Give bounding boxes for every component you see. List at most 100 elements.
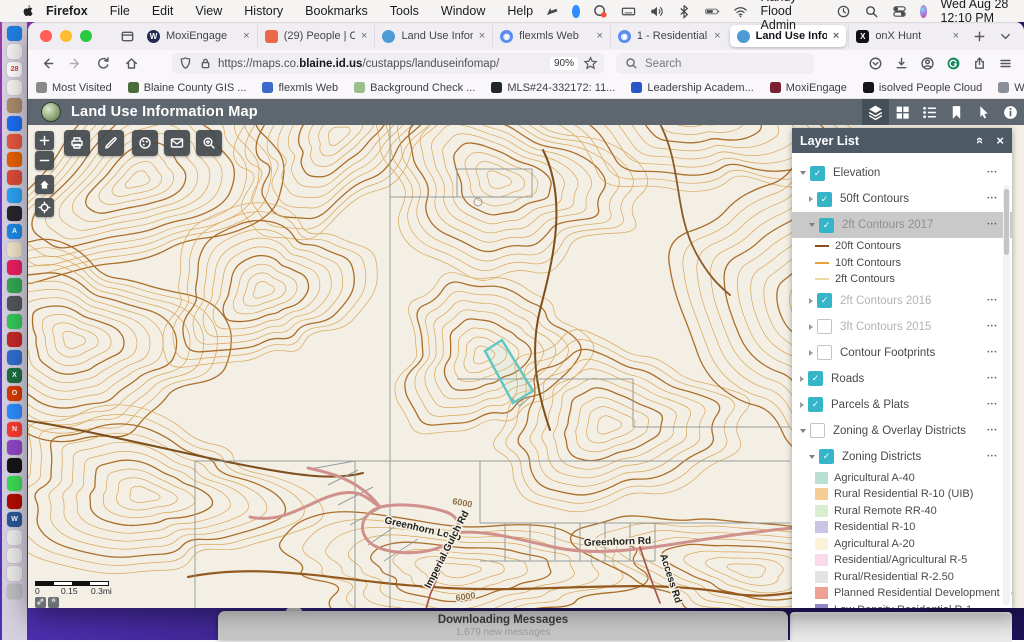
forward-button[interactable] <box>62 53 88 75</box>
collapse-arrow-icon[interactable] <box>800 171 806 175</box>
layer-menu-icon[interactable]: ••• <box>987 376 998 382</box>
office-dock-icon[interactable]: O <box>7 386 22 401</box>
expand-arrow-icon[interactable] <box>809 350 813 356</box>
messages-dock-icon[interactable] <box>7 476 22 491</box>
lock-icon[interactable] <box>198 56 213 71</box>
zoom-app-dock-icon[interactable] <box>7 404 22 419</box>
layer-checkbox[interactable]: ✓ <box>819 449 834 464</box>
firefox-dock-icon[interactable] <box>7 152 22 167</box>
layer-menu-icon[interactable]: ••• <box>987 298 998 304</box>
pocket-icon[interactable] <box>862 53 888 75</box>
layer-row[interactable]: ✓Zoning Districts••• <box>792 444 1012 470</box>
back-button[interactable] <box>34 53 60 75</box>
menu-window[interactable]: Window <box>430 4 496 18</box>
basemap-grid-icon[interactable] <box>889 99 916 125</box>
control-center-icon[interactable] <box>892 4 907 19</box>
safari-dock-icon[interactable] <box>7 188 22 203</box>
attribution-expand-icon[interactable]: ^ <box>48 597 59 608</box>
layer-menu-icon[interactable]: ••• <box>987 196 998 202</box>
app-store-dock-icon[interactable]: A <box>7 224 22 239</box>
expand-arrow-icon[interactable] <box>809 324 813 330</box>
layers-icon[interactable] <box>862 99 889 125</box>
tab-close-icon[interactable]: × <box>361 30 367 42</box>
menu-history[interactable]: History <box>233 4 294 18</box>
zoom-app-icon[interactable] <box>572 5 579 18</box>
display-mirror-icon[interactable] <box>544 4 559 19</box>
minimize-window-button[interactable] <box>60 30 72 42</box>
word-dock-icon[interactable]: W <box>7 512 22 527</box>
layer-row[interactable]: ✓Roads••• <box>792 366 1012 392</box>
pages-dock-icon[interactable] <box>7 350 22 365</box>
menu-tools[interactable]: Tools <box>379 4 430 18</box>
menu-hamburger-icon[interactable] <box>992 53 1018 75</box>
settings-dock-icon[interactable] <box>7 296 22 311</box>
home-extent-button[interactable] <box>35 175 54 194</box>
map-canvas[interactable]: Greenhorn LoopGreenhorn RdImperial Gulch… <box>28 125 1024 608</box>
bookmark-star-icon[interactable] <box>583 56 598 71</box>
collapse-arrow-icon[interactable] <box>809 223 815 227</box>
layer-checkbox[interactable]: ✓ <box>817 293 832 308</box>
layer-checkbox[interactable] <box>817 345 832 360</box>
layer-checkbox[interactable]: ✓ <box>810 166 825 181</box>
share-icon[interactable] <box>966 53 992 75</box>
scrollbar-thumb[interactable] <box>1004 189 1009 255</box>
draw-tool-button[interactable] <box>132 130 158 156</box>
bookmark-item[interactable]: Windermere Path | T... <box>998 82 1024 94</box>
layer-menu-icon[interactable]: ••• <box>987 454 998 460</box>
bookmark-item[interactable]: MLS#24-332172: 11... <box>491 82 615 94</box>
battery-icon[interactable] <box>705 4 720 19</box>
menu-bookmarks[interactable]: Bookmarks <box>294 4 379 18</box>
apple-icon[interactable] <box>20 4 35 19</box>
expand-arrow-icon[interactable] <box>800 376 804 382</box>
bookmark-item[interactable]: Background Check ... <box>354 82 475 94</box>
mail-dock-icon[interactable] <box>7 116 22 131</box>
folder-dock-icon[interactable] <box>7 242 22 257</box>
layer-row[interactable]: 3ft Contours 2015••• <box>792 314 1012 340</box>
doc-1-dock-icon[interactable] <box>7 530 22 545</box>
bookmark-item[interactable]: Leadership Academ... <box>631 82 753 94</box>
tab-overview-icon[interactable] <box>114 25 140 47</box>
info-icon[interactable] <box>997 99 1024 125</box>
select-tool-icon[interactable] <box>970 99 997 125</box>
bookmark-item[interactable]: MoxiEngage <box>770 82 847 94</box>
zoom-out-button[interactable] <box>35 151 54 170</box>
photos-dock-icon[interactable] <box>7 44 22 59</box>
bookmark-item[interactable]: isolved People Cloud <box>863 82 982 94</box>
facetime-dock-icon[interactable] <box>7 314 22 329</box>
layer-menu-icon[interactable]: ••• <box>987 402 998 408</box>
zoom-in-button[interactable] <box>35 131 54 150</box>
layer-checkbox[interactable]: ✓ <box>819 218 834 233</box>
home-button[interactable] <box>118 53 144 75</box>
layer-row[interactable]: ✓2ft Contours 2017••• <box>792 212 1012 238</box>
panel-scrollbar[interactable] <box>1003 185 1010 605</box>
attribution-toggle-icon[interactable]: ⤢ <box>35 597 46 608</box>
close-panel-icon[interactable]: × <box>996 133 1004 148</box>
maps-dock-icon[interactable] <box>7 278 22 293</box>
volume-icon[interactable] <box>649 4 664 19</box>
layer-row[interactable]: ✓2ft Contours 2016••• <box>792 288 1012 314</box>
collapse-panel-icon[interactable]: « <box>973 137 988 144</box>
screen-record-icon[interactable] <box>593 4 608 19</box>
layer-menu-icon[interactable]: ••• <box>987 222 998 228</box>
keyboard-icon[interactable] <box>621 4 636 19</box>
finder-dock-icon[interactable] <box>7 26 22 41</box>
chrome-dock-icon[interactable] <box>7 170 22 185</box>
tab-0[interactable]: WMoxiEngage× <box>140 25 257 47</box>
downloads-icon[interactable] <box>888 53 914 75</box>
zoom-level-indicator[interactable]: 90% <box>550 57 578 70</box>
bw-app-dock-icon[interactable] <box>7 206 22 221</box>
collapse-arrow-icon[interactable] <box>809 455 815 459</box>
legend-list-icon[interactable] <box>916 99 943 125</box>
mail-activity-window[interactable]: Downloading Messages 1,679 new messages <box>218 611 788 640</box>
layer-row[interactable]: ✓Parcels & Plats••• <box>792 392 1012 418</box>
layer-list-header[interactable]: Layer List « × <box>792 128 1012 153</box>
doc-3-dock-icon[interactable] <box>7 566 22 581</box>
email-tool-button[interactable] <box>164 130 190 156</box>
doc-2-dock-icon[interactable] <box>7 548 22 563</box>
dock[interactable]: 28AXONW <box>2 22 27 640</box>
notes-dock-icon[interactable] <box>7 80 22 95</box>
tv-dock-icon[interactable] <box>7 458 22 473</box>
tracking-shield-icon[interactable] <box>178 56 193 71</box>
layer-row[interactable]: ✓Elevation••• <box>792 160 1012 186</box>
query-tool-button[interactable] <box>196 130 222 156</box>
